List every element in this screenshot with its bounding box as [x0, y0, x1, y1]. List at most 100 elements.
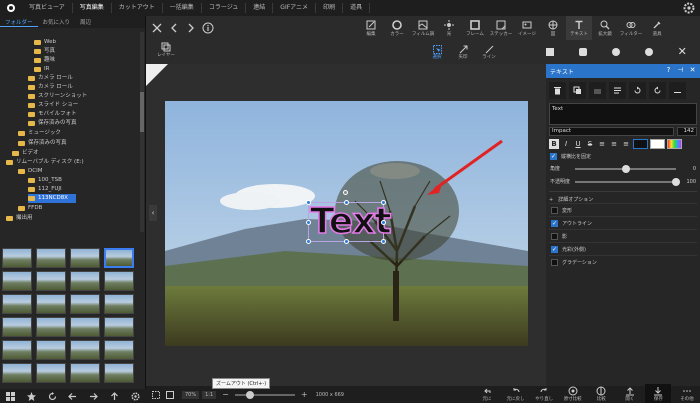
color-tool-button[interactable]: カラー — [384, 16, 410, 40]
photo-thumbnail[interactable] — [70, 340, 100, 360]
zoom-in-icon[interactable]: + — [301, 390, 308, 399]
save-button[interactable]: 保存 — [645, 384, 672, 403]
tree-item[interactable]: ビデオ — [12, 149, 39, 158]
tab-viewer[interactable]: 写真ビューア — [22, 3, 73, 13]
option-checkbox[interactable]: ✓ — [551, 219, 558, 227]
option-row[interactable]: 影 — [549, 229, 697, 242]
tab-combine[interactable]: 連結 — [246, 3, 274, 13]
font-size-input[interactable]: 142 — [677, 127, 697, 136]
text-tool-button[interactable]: テキスト — [566, 16, 592, 40]
collapse-panel-button[interactable]: ‹ — [149, 205, 157, 221]
tab-favorites[interactable]: お気に入り — [38, 18, 76, 26]
fit-icon[interactable] — [152, 390, 160, 399]
tree-item[interactable]: スクリーンショット — [28, 92, 87, 101]
tree-item[interactable]: Web — [34, 38, 56, 47]
tab-print[interactable]: 印刷 — [316, 3, 344, 13]
align-left-icon[interactable]: ≡ — [597, 139, 607, 149]
text-input[interactable]: Text — [549, 103, 697, 125]
layer-button[interactable]: レイヤー — [154, 42, 178, 62]
option-checkbox[interactable]: ✓ — [551, 245, 558, 253]
image-tool-button[interactable]: イメージ — [514, 16, 540, 40]
tab-collage[interactable]: コラージュ — [202, 3, 247, 13]
resize-handle-s[interactable] — [344, 239, 349, 244]
tree-scrollbar[interactable] — [140, 32, 144, 232]
info-icon[interactable] — [202, 22, 214, 34]
tree-item[interactable]: モバイルフォト — [28, 110, 77, 119]
resize-handle-e[interactable] — [381, 220, 386, 225]
keep-ratio-row[interactable]: ✓ 縦横比を固定 — [550, 152, 696, 160]
settings-icon[interactable] — [131, 391, 140, 401]
rotate-handle[interactable] — [343, 190, 348, 195]
arrow-tool-button[interactable]: 矢印 — [450, 42, 476, 62]
italic-button[interactable]: I — [561, 139, 571, 149]
option-checkbox[interactable] — [551, 258, 558, 266]
zoom-slider-knob[interactable] — [245, 390, 254, 399]
close-panel-icon[interactable]: ✕ — [688, 66, 697, 75]
rotate-right-button[interactable] — [649, 82, 666, 99]
photo-thumbnail[interactable] — [2, 248, 32, 268]
option-row[interactable]: ✓ 光彩(外側) — [549, 242, 697, 255]
advanced-options-header[interactable]: + 詳細オプション — [549, 191, 697, 203]
square-shape-icon[interactable] — [546, 48, 555, 56]
photo-thumbnail[interactable] — [104, 363, 134, 383]
chevron-left-icon[interactable] — [168, 22, 180, 34]
photo-thumbnail[interactable] — [2, 294, 32, 314]
tree-item[interactable]: DCIM — [18, 167, 42, 176]
photo-thumbnail[interactable] — [70, 271, 100, 291]
strikethrough-button[interactable]: S — [585, 139, 595, 149]
tab-gif[interactable]: GIFアニメ — [273, 3, 317, 13]
photo-thumbnail[interactable] — [70, 294, 100, 314]
grid-icon[interactable] — [5, 391, 15, 401]
resize-handle-n[interactable] — [344, 200, 349, 205]
font-select[interactable]: Impact — [549, 127, 674, 136]
align-right-icon[interactable]: ≡ — [621, 139, 631, 149]
tree-item[interactable]: ミュージック — [18, 129, 61, 138]
photo-thumbnail[interactable] — [104, 340, 134, 360]
resize-handle-nw[interactable] — [306, 200, 311, 205]
star-icon[interactable] — [26, 391, 36, 401]
tree-item[interactable]: 保存済みの写真 — [28, 119, 77, 128]
bg-color-swatch[interactable] — [650, 139, 665, 149]
arrow-up-icon[interactable] — [110, 391, 119, 401]
circle-shape-icon[interactable] — [611, 48, 620, 56]
rotate-left-button[interactable] — [629, 82, 646, 99]
underline-button[interactable]: U — [573, 139, 583, 149]
close-icon[interactable] — [151, 22, 163, 34]
photo-thumbnail[interactable] — [104, 248, 134, 268]
light-tool-button[interactable]: 光 — [436, 16, 462, 40]
tab-folders[interactable]: フォルダー — [0, 18, 38, 27]
tree-item[interactable]: 趣味 — [34, 56, 55, 65]
photo-thumbnail[interactable] — [36, 317, 66, 337]
angle-slider-knob[interactable] — [621, 164, 630, 173]
shape-tool-button[interactable]: 図 — [540, 16, 566, 40]
photo-thumbnail[interactable] — [36, 294, 66, 314]
rounded-square-shape-icon[interactable] — [579, 48, 588, 56]
tree-item[interactable]: カメラ ロール — [28, 83, 73, 92]
zoom-value[interactable]: 70% — [182, 390, 200, 399]
delete-button[interactable] — [549, 82, 566, 99]
option-checkbox[interactable] — [551, 206, 558, 214]
tree-item[interactable]: FFDB — [18, 204, 42, 213]
redo-button[interactable]: やり直し — [531, 384, 557, 403]
compare-button[interactable]: 比較 — [588, 384, 614, 403]
tree-item[interactable]: IR — [34, 65, 49, 74]
angle-slider[interactable] — [575, 164, 676, 173]
tab-tools[interactable]: 道具 — [343, 3, 371, 13]
filter-tool-button[interactable]: フィルター — [618, 16, 644, 40]
layer-down-button[interactable] — [589, 82, 606, 99]
undo-all-button[interactable]: 元に — [474, 384, 500, 403]
photo-thumbnail[interactable] — [36, 340, 66, 360]
photo-thumbnail[interactable] — [70, 317, 100, 337]
photo-thumbnail[interactable] — [2, 317, 32, 337]
arrow-left-icon[interactable] — [68, 392, 77, 401]
close-shapes-icon[interactable]: ✕ — [678, 46, 688, 57]
sticker-tool-button[interactable]: ステッカー — [488, 16, 514, 40]
tree-item[interactable]: リムーバブル ディスク (E:) — [6, 158, 84, 167]
edit-tool-button[interactable]: 編集 — [358, 16, 384, 40]
pin-icon[interactable]: ⊣ — [676, 66, 685, 75]
photo-thumbnail[interactable] — [2, 340, 32, 360]
zoom-1to1-button[interactable]: 1:1 — [202, 390, 217, 399]
tools-tool-button[interactable]: 道具 — [644, 16, 670, 40]
photo-thumbnail[interactable] — [36, 363, 66, 383]
frame-icon[interactable] — [166, 390, 174, 399]
